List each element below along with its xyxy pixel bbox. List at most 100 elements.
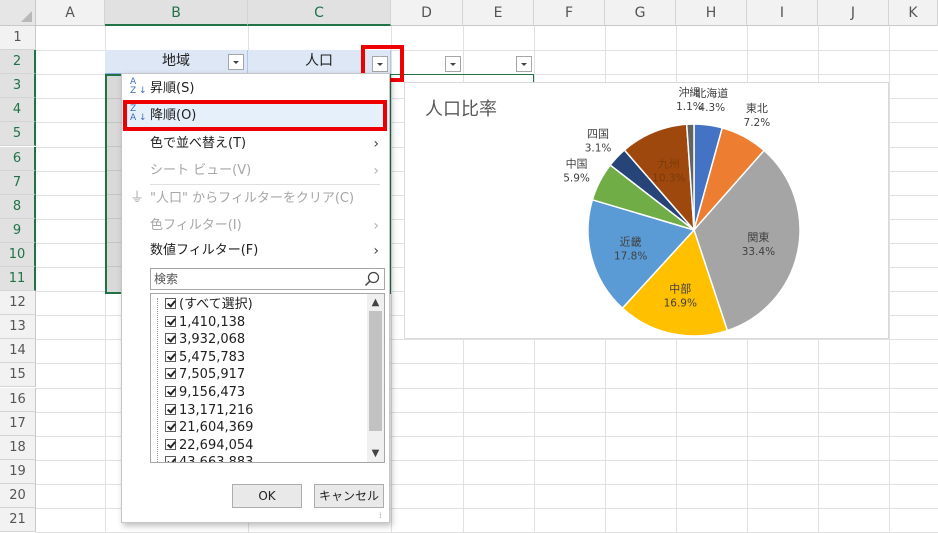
column-header-j[interactable]: J bbox=[818, 0, 889, 26]
list-item-label: 7,505,917 bbox=[179, 367, 246, 383]
menu-sheet-view-label: シート ビュー(V) bbox=[150, 163, 252, 178]
table-header-region[interactable]: 地域 bbox=[105, 50, 248, 74]
scroll-up-icon[interactable]: ▲ bbox=[367, 294, 384, 311]
row-header-4[interactable]: 4 bbox=[0, 98, 36, 123]
pie-chart[interactable]: 人口比率 北海道 4.3% 東北 7.2% 関東 33.4% 中部 16.9% 近畿 17.8% 中… bbox=[404, 82, 889, 339]
pie-label-name-3: 中部 bbox=[669, 281, 691, 295]
list-item[interactable]: 43,663,883 bbox=[155, 454, 254, 463]
menu-sort-ascending[interactable]: AZ ↓ 昇順(S) bbox=[122, 76, 389, 102]
row-header-15[interactable]: 15 bbox=[0, 363, 36, 388]
row-header-8[interactable]: 8 bbox=[0, 194, 36, 219]
checkbox-checked-icon[interactable] bbox=[165, 333, 176, 345]
row-header-19[interactable]: 19 bbox=[0, 459, 36, 484]
checkbox-checked-icon[interactable] bbox=[165, 421, 176, 433]
list-scrollbar[interactable]: ▲ ▼ bbox=[367, 294, 384, 462]
filter-dropdown-button-e[interactable] bbox=[516, 56, 532, 72]
menu-sort-by-color[interactable]: 色で並べ替え(T) › bbox=[122, 131, 389, 157]
pie-label-name-5: 中国 bbox=[566, 158, 588, 171]
checkbox-checked-icon[interactable] bbox=[165, 315, 176, 327]
select-all-corner[interactable] bbox=[0, 0, 36, 26]
chevron-right-icon: › bbox=[373, 163, 379, 179]
search-box[interactable] bbox=[150, 268, 385, 290]
list-item[interactable]: 9,156,473 bbox=[155, 384, 245, 401]
list-item-label: 5,475,783 bbox=[179, 349, 246, 365]
row-header-11[interactable]: 11 bbox=[0, 267, 36, 292]
list-item[interactable]: 7,505,917 bbox=[155, 366, 245, 383]
column-header-e[interactable]: E bbox=[463, 0, 534, 26]
checkbox-checked-icon[interactable] bbox=[165, 368, 176, 380]
list-item[interactable]: 22,694,054 bbox=[155, 437, 253, 454]
row-header-1[interactable]: 1 bbox=[0, 26, 36, 51]
checkbox-checked-icon[interactable] bbox=[165, 456, 176, 462]
row-header-20[interactable]: 20 bbox=[0, 483, 36, 508]
list-item-label: 1,410,138 bbox=[179, 314, 246, 330]
list-item-select-all[interactable]: (すべて選択) bbox=[155, 296, 253, 313]
list-item-label: 22,694,054 bbox=[179, 437, 254, 453]
menu-color-filter: 色フィルター(I) › bbox=[122, 213, 389, 239]
pie-label-percent-1: 7.2% bbox=[744, 117, 771, 129]
search-icon bbox=[364, 271, 380, 287]
scroll-thumb[interactable] bbox=[369, 311, 382, 431]
menu-number-filter[interactable]: 数値フィルター(F) › bbox=[122, 238, 389, 264]
row-header-6[interactable]: 6 bbox=[0, 146, 36, 171]
row-header-17[interactable]: 17 bbox=[0, 411, 36, 436]
search-input[interactable] bbox=[151, 269, 351, 289]
header-population-label: 人口 bbox=[305, 53, 333, 69]
value-list[interactable]: (すべて選択) 1,410,138 3,932,068 5,475,783 7,505,… bbox=[150, 293, 385, 463]
column-header-a[interactable]: A bbox=[36, 0, 105, 26]
row-header-18[interactable]: 18 bbox=[0, 435, 36, 460]
list-item-label: 9,156,473 bbox=[179, 385, 246, 400]
pie-label-name-7: 九州 bbox=[658, 157, 680, 170]
checkbox-checked-icon[interactable] bbox=[165, 386, 176, 397]
row-header-2[interactable]: 2 bbox=[0, 50, 36, 75]
spreadsheet[interactable]: ABCDEFGHIJK 1 2 3 4 5 6 7 8 9 10 11 12 13 14 15 16 17 18 1… bbox=[0, 0, 938, 533]
row-header-10[interactable]: 10 bbox=[0, 242, 36, 267]
pie-label-percent-4: 17.8% bbox=[614, 251, 647, 263]
column-header-i[interactable]: I bbox=[747, 0, 818, 26]
scroll-down-icon[interactable]: ▼ bbox=[367, 445, 384, 462]
checkbox-checked-icon[interactable] bbox=[165, 438, 176, 450]
row-header-9[interactable]: 9 bbox=[0, 218, 36, 243]
row-header-7[interactable]: 7 bbox=[0, 170, 36, 195]
checkbox-checked-icon[interactable] bbox=[165, 403, 176, 415]
cancel-button[interactable]: キャンセル bbox=[314, 484, 384, 508]
ok-button[interactable]: OK bbox=[232, 484, 302, 508]
column-header-b[interactable]: B bbox=[105, 0, 248, 26]
chevron-right-icon: › bbox=[373, 218, 379, 234]
row-header-12[interactable]: 12 bbox=[0, 291, 36, 316]
pie-label-name-4: 近畿 bbox=[620, 235, 642, 249]
checkbox-checked-icon[interactable] bbox=[165, 298, 176, 309]
list-item[interactable]: 1,410,138 bbox=[155, 314, 245, 331]
list-item[interactable]: 13,171,216 bbox=[155, 402, 253, 419]
column-header-f[interactable]: F bbox=[534, 0, 605, 26]
column-header-d[interactable]: D bbox=[391, 0, 463, 26]
row-header-16[interactable]: 16 bbox=[0, 387, 36, 412]
row-header-5[interactable]: 5 bbox=[0, 122, 36, 147]
header-region-label: 地域 bbox=[162, 53, 190, 69]
row-header-3[interactable]: 3 bbox=[0, 74, 36, 99]
checkbox-checked-icon[interactable] bbox=[165, 350, 176, 362]
column-header-g[interactable]: G bbox=[605, 0, 676, 26]
list-item[interactable]: 5,475,783 bbox=[155, 349, 245, 366]
row-header-13[interactable]: 13 bbox=[0, 315, 36, 340]
column-header-h[interactable]: H bbox=[676, 0, 747, 26]
autofilter-dropdown[interactable]: AZ ↓ 昇順(S) ZA ↓ 降順(O) 色で並べ替え(T) › シート ビュ… bbox=[121, 73, 390, 523]
list-item[interactable]: 3,932,068 bbox=[155, 331, 245, 348]
menu-number-filter-label: 数値フィルター(F) bbox=[150, 243, 259, 258]
menu-sort-ascending-label: 昇順(S) bbox=[150, 81, 195, 96]
pie-label-percent-7: 10.3% bbox=[652, 172, 685, 184]
row-header-14[interactable]: 14 bbox=[0, 339, 36, 364]
filter-dropdown-button-region[interactable] bbox=[228, 54, 244, 70]
filter-dropdown-button-d[interactable] bbox=[445, 56, 461, 72]
menu-sort-by-color-label: 色で並べ替え(T) bbox=[150, 136, 247, 151]
list-item[interactable]: 21,604,369 bbox=[155, 419, 253, 436]
menu-clear-filter-label: "人口" からフィルターをクリア(C) bbox=[150, 191, 355, 206]
list-item-label: 43,663,883 bbox=[179, 455, 254, 463]
grid-line bbox=[391, 26, 392, 532]
column-header-c[interactable]: C bbox=[248, 0, 391, 26]
column-header-k[interactable]: K bbox=[889, 0, 938, 26]
row-header-21[interactable]: 21 bbox=[0, 508, 36, 533]
pie-label-percent-3: 16.9% bbox=[664, 297, 697, 309]
pie-label-name-6: 四国 bbox=[587, 127, 609, 140]
resize-grip-icon[interactable]: ⁞ bbox=[379, 512, 387, 520]
